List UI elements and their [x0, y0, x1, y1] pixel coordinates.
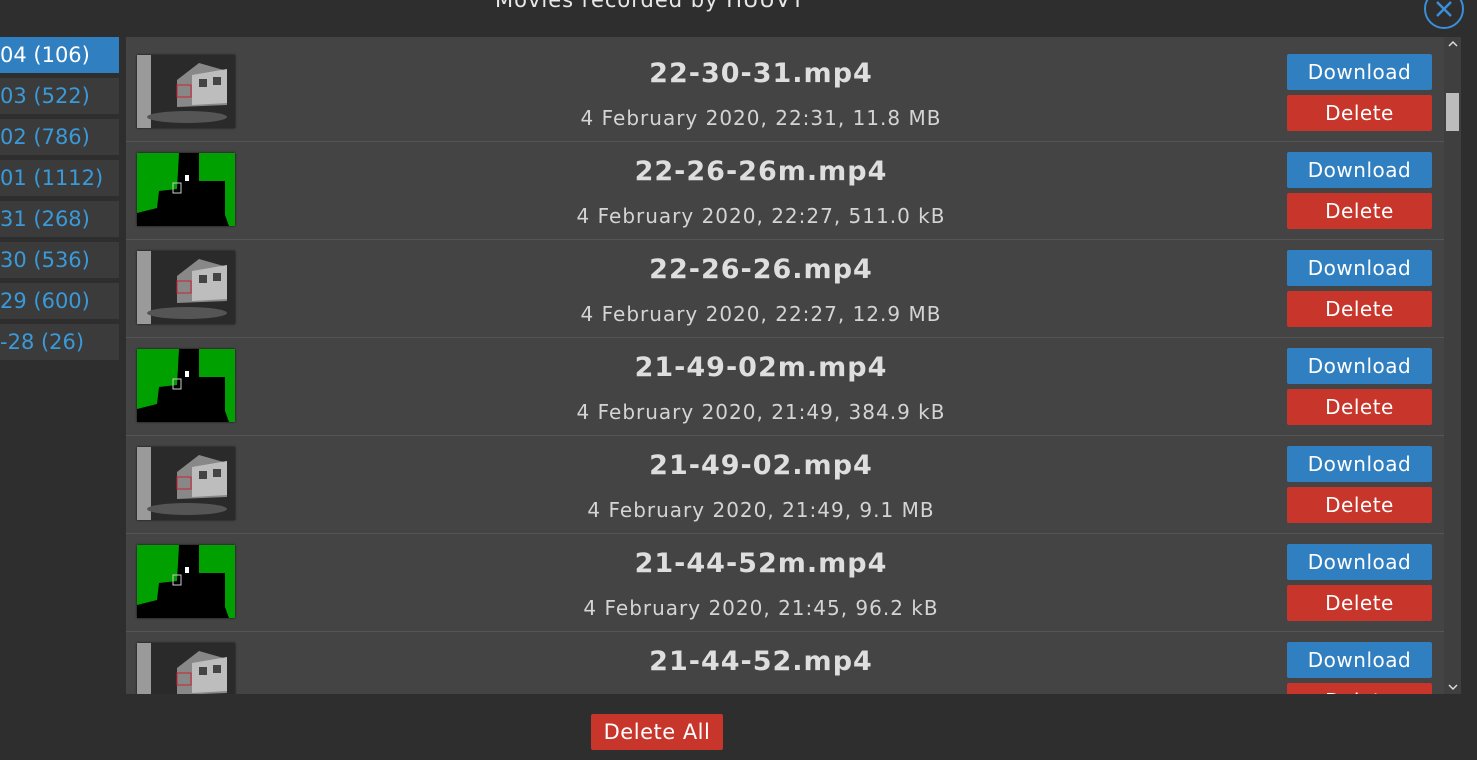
scrollbar-thumb[interactable] — [1446, 93, 1459, 131]
download-button[interactable]: Download — [1287, 152, 1432, 188]
sidebar-item-label: 30 (536) — [0, 248, 90, 272]
scrollbar[interactable] — [1444, 37, 1461, 694]
movie-row: 22-30-31.mp4 4 February 2020, 22:31, 11.8… — [126, 44, 1444, 142]
sidebar-item[interactable]: 02 (786) — [0, 119, 119, 155]
sidebar-item-label: 01 (1112) — [0, 166, 104, 190]
movie-meta: 4 February 2020, 22:31, 11.8 MB — [580, 106, 942, 130]
sidebar-item-label: 03 (522) — [0, 84, 90, 108]
chevron-up-icon — [1447, 40, 1458, 47]
delete-button[interactable]: Delete — [1287, 683, 1432, 694]
movie-filename: 21-44-52m.mp4 — [634, 548, 888, 579]
dialog-title: Movies recorded by HUUVT — [495, 0, 805, 12]
sidebar-item[interactable]: 30 (536) — [0, 242, 119, 278]
delete-button[interactable]: Delete — [1287, 193, 1432, 229]
movie-list-panel: 22-30-31.mp4 4 February 2020, 22:31, 11.8… — [126, 37, 1461, 694]
movie-meta: 4 February 2020, 22:27, 511.0 kB — [576, 204, 946, 228]
download-button[interactable]: Download — [1287, 642, 1432, 678]
movie-filename: 21-49-02.mp4 — [649, 450, 873, 481]
delete-all-button[interactable]: Delete All — [591, 714, 723, 750]
scroll-up-button[interactable] — [1444, 37, 1461, 51]
motion-mask-preview[interactable] — [137, 349, 235, 422]
movie-meta: 4 February 2020, 22:27, 12.9 MB — [580, 302, 942, 326]
night-camera-preview[interactable] — [137, 55, 235, 128]
sidebar-item[interactable]: -28 (26) — [0, 324, 119, 360]
sidebar-item[interactable]: 31 (268) — [0, 201, 119, 237]
movie-filename: 22-26-26m.mp4 — [634, 156, 888, 187]
movie-row: 21-49-02.mp4 4 February 2020, 21:49, 9.1 … — [126, 436, 1444, 534]
night-camera-preview[interactable] — [137, 447, 235, 520]
night-camera-preview[interactable] — [137, 643, 235, 694]
movie-row: 22-26-26.mp4 4 February 2020, 22:27, 12.9… — [126, 240, 1444, 338]
night-camera-preview[interactable] — [137, 251, 235, 324]
delete-button[interactable]: Delete — [1287, 389, 1432, 425]
chevron-down-icon — [1447, 684, 1458, 691]
download-button[interactable]: Download — [1287, 54, 1432, 90]
download-button[interactable]: Download — [1287, 348, 1432, 384]
movie-filename: 22-26-26.mp4 — [649, 254, 873, 285]
sidebar-item-label: -28 (26) — [0, 330, 85, 354]
movie-row: 21-44-52m.mp4 4 February 2020, 21:45, 96.… — [126, 534, 1444, 632]
sidebar-item[interactable]: 04 (106) — [0, 37, 119, 73]
movie-filename: 21-49-02m.mp4 — [634, 352, 888, 383]
scroll-down-button[interactable] — [1444, 680, 1461, 694]
movie-row: 22-26-26m.mp4 4 February 2020, 22:27, 511… — [126, 142, 1444, 240]
delete-button[interactable]: Delete — [1287, 487, 1432, 523]
download-button[interactable]: Download — [1287, 544, 1432, 580]
download-button[interactable]: Download — [1287, 446, 1432, 482]
close-icon — [1436, 1, 1452, 17]
movie-filename: 21-44-52.mp4 — [649, 646, 873, 677]
sidebar-item-label: 29 (600) — [0, 289, 90, 313]
movie-meta: 4 February 2020, 21:49, 384.9 kB — [576, 400, 946, 424]
movie-list: 22-30-31.mp4 4 February 2020, 22:31, 11.8… — [126, 44, 1444, 694]
delete-button[interactable]: Delete — [1287, 585, 1432, 621]
close-button[interactable] — [1424, 0, 1464, 29]
delete-button[interactable]: Delete — [1287, 95, 1432, 131]
date-sidebar: 04 (106) 03 (522) 02 (786) 01 (1112) 31 … — [0, 37, 119, 365]
sidebar-item[interactable]: 01 (1112) — [0, 160, 119, 196]
movie-filename: 22-30-31.mp4 — [649, 58, 873, 89]
sidebar-item-label: 31 (268) — [0, 207, 90, 231]
download-button[interactable]: Download — [1287, 250, 1432, 286]
delete-button[interactable]: Delete — [1287, 291, 1432, 327]
motion-mask-preview[interactable] — [137, 153, 235, 226]
movie-row: 21-49-02m.mp4 4 February 2020, 21:49, 384… — [126, 338, 1444, 436]
movie-meta: 4 February 2020, 21:45, 96.2 kB — [583, 596, 939, 620]
sidebar-item[interactable]: 29 (600) — [0, 283, 119, 319]
sidebar-item[interactable]: 03 (522) — [0, 78, 119, 114]
sidebar-item-label: 02 (786) — [0, 125, 90, 149]
sidebar-item-label: 04 (106) — [0, 43, 90, 67]
motion-mask-preview[interactable] — [137, 545, 235, 618]
movie-row: 21-44-52.mp4 Download Delete — [126, 632, 1444, 694]
movie-meta: 4 February 2020, 21:49, 9.1 MB — [587, 498, 935, 522]
